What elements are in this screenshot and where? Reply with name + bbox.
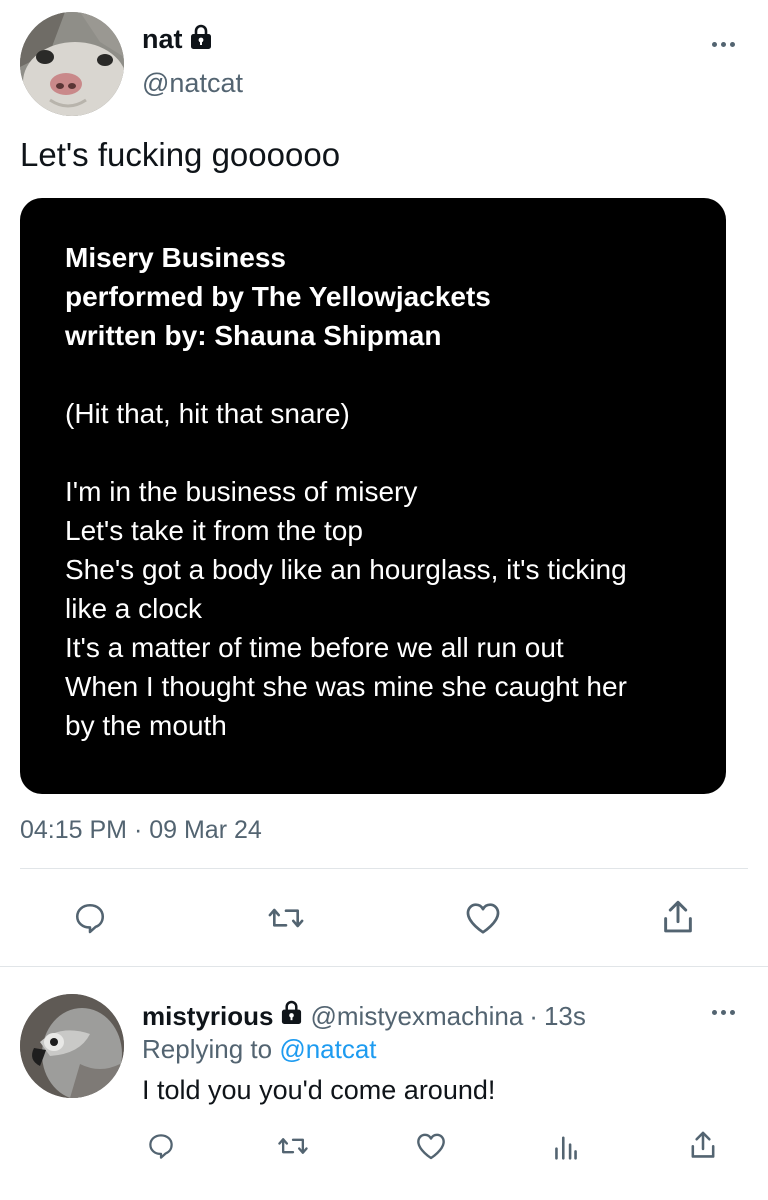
- media-heading-line: performed by The Yellowjackets: [65, 281, 491, 312]
- lock-icon: [280, 1000, 303, 1032]
- media-lyric-line: It's a matter of time before we all run …: [65, 632, 564, 663]
- reply-analytics-button[interactable]: [546, 1126, 586, 1166]
- reply-reply-button[interactable]: [141, 1126, 181, 1166]
- reply-more-options-button[interactable]: [705, 1002, 741, 1022]
- tweet-media-image[interactable]: Misery Business performed by The Yellowj…: [20, 198, 726, 794]
- author-handle[interactable]: @natcat: [142, 68, 243, 99]
- media-lyric-line: by the mouth: [65, 710, 227, 741]
- replying-to-line: Replying to @natcat: [142, 1034, 377, 1065]
- divider: [20, 868, 748, 869]
- replying-to-link[interactable]: @natcat: [279, 1034, 376, 1064]
- media-lyric-line: like a clock: [65, 593, 202, 624]
- media-intro-line: (Hit that, hit that snare): [65, 398, 350, 429]
- reply-retweet-button[interactable]: [271, 1126, 315, 1166]
- reply-icon: [149, 1134, 173, 1159]
- more-dots-icon: [711, 1009, 735, 1015]
- tweet-text: Let's fucking goooooo: [20, 136, 341, 173]
- author-name-row: nat: [142, 24, 213, 55]
- tweet-detail-page: nat @natcat Let's fucking goooooo Misery…: [0, 0, 768, 1200]
- more-options-button[interactable]: [705, 34, 741, 54]
- divider: [0, 966, 768, 967]
- analytics-icon: [555, 1136, 577, 1160]
- replying-to-label: Replying to: [142, 1034, 273, 1064]
- share-button[interactable]: [656, 894, 700, 940]
- cat-avatar-image: [20, 12, 124, 116]
- media-lyric-line: Let's take it from the top: [65, 515, 363, 546]
- reply-time[interactable]: 13s: [544, 1001, 586, 1032]
- author-display-name[interactable]: nat: [142, 24, 183, 55]
- more-dots-icon: [711, 41, 735, 47]
- like-button[interactable]: [460, 896, 506, 940]
- retweet-icon: [268, 908, 304, 928]
- author-avatar[interactable]: [20, 12, 124, 116]
- share-icon: [691, 1131, 715, 1158]
- media-heading-line: Misery Business: [65, 242, 286, 273]
- reply-like-button[interactable]: [411, 1126, 451, 1166]
- retweet-icon: [278, 1138, 308, 1154]
- media-lyric-line: I'm in the business of misery: [65, 476, 418, 507]
- parrot-avatar-image: [20, 994, 124, 1098]
- reply-text: I told you you'd come around!: [142, 1075, 496, 1105]
- like-icon: [417, 1133, 445, 1160]
- reply-share-button[interactable]: [683, 1124, 723, 1166]
- separator-dot: ·: [529, 1000, 538, 1031]
- lock-icon: [189, 24, 213, 55]
- retweet-button[interactable]: [262, 896, 310, 940]
- tweet-timestamp[interactable]: 04:15 PM · 09 Mar 24: [20, 816, 262, 845]
- reply-button[interactable]: [68, 896, 112, 940]
- reply-author-handle[interactable]: @mistyexmachina: [311, 1001, 524, 1032]
- media-heading-line: written by: Shauna Shipman: [65, 320, 442, 351]
- reply-header: mistyrious @mistyexmachina · 13s: [142, 1000, 586, 1032]
- reply-icon: [75, 903, 105, 934]
- share-icon: [664, 900, 692, 933]
- like-icon: [466, 903, 500, 934]
- reply-author-avatar[interactable]: [20, 994, 124, 1098]
- media-lyric-line: When I thought she was mine she caught h…: [65, 671, 627, 702]
- media-lyric-line: She's got a body like an hourglass, it's…: [65, 554, 627, 585]
- reply-author-display-name[interactable]: mistyrious: [142, 1001, 274, 1032]
